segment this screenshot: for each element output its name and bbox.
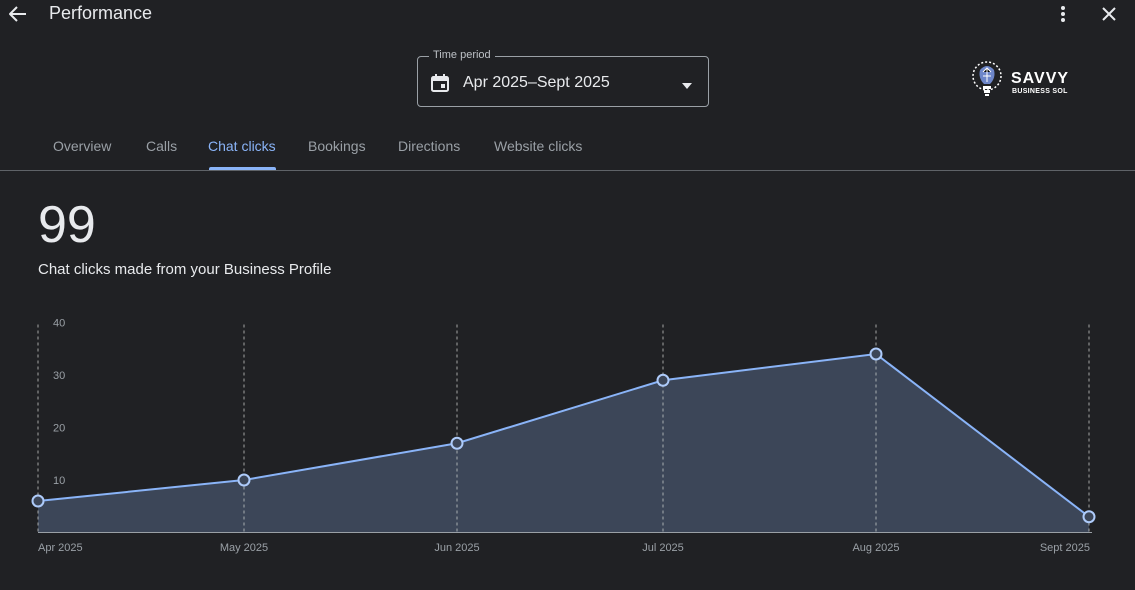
data-point-5 (1082, 510, 1096, 524)
tab-bookings[interactable]: Bookings (308, 138, 366, 154)
x-tick-label-5: Sept 2025 (1040, 542, 1090, 554)
dropdown-arrow-icon (681, 78, 693, 89)
tab-website-clicks[interactable]: Website clicks (494, 138, 582, 154)
y-tick-label-10: 10 (53, 475, 65, 487)
time-period-value: Apr 2025–Sept 2025 (463, 74, 610, 91)
x-tick-label-4: Aug 2025 (852, 542, 899, 554)
brand-logo: SAVVY BUSINESS SOL (966, 58, 1086, 104)
page-title: Performance (49, 3, 153, 23)
time-period-select[interactable]: Time period Apr 2025–Sept 2025 (417, 49, 709, 107)
data-point-0 (31, 494, 45, 508)
more-vert-icon[interactable] (1053, 2, 1073, 26)
metric-description: Chat clicks made from your Business Prof… (38, 261, 332, 278)
chart-area-fill (38, 354, 1089, 533)
tab-chat-clicks[interactable]: Chat clicks (208, 138, 276, 154)
time-period-label: Time period (429, 49, 495, 61)
metric-value: 99 (38, 196, 96, 254)
tab-directions[interactable]: Directions (398, 138, 460, 154)
tab-calls[interactable]: Calls (146, 138, 177, 154)
x-tick-label-2: Jun 2025 (434, 542, 479, 554)
x-tick-label-3: Jul 2025 (642, 542, 684, 554)
chat-clicks-chart: 10 20 30 40 Apr 2025 May 2025 Jun 2025 Jul 2025… (31, 318, 1096, 554)
tab-overview[interactable]: Overview (53, 138, 111, 154)
active-tab-indicator (209, 167, 276, 170)
x-tick-label-0: Apr 2025 (38, 542, 83, 554)
header-bar: Performance (0, 0, 1135, 40)
close-icon[interactable] (1097, 2, 1121, 26)
x-tick-label-1: May 2025 (220, 542, 268, 554)
y-tick-label-40: 40 (53, 318, 65, 330)
logo-name: SAVVY (1011, 70, 1070, 87)
data-point-2 (450, 436, 464, 450)
data-point-3 (656, 373, 670, 387)
y-tick-label-30: 30 (53, 370, 65, 382)
logo-subtitle: BUSINESS SOL (1012, 88, 1068, 95)
tab-bar: Overview Calls Chat clicks Bookings Dire… (0, 128, 1135, 171)
y-tick-label-20: 20 (53, 423, 65, 435)
lightbulb-logo-icon (972, 61, 1002, 96)
data-point-1 (237, 473, 251, 487)
calendar-icon (429, 72, 451, 94)
back-arrow-icon[interactable] (6, 2, 30, 26)
data-point-4 (869, 347, 883, 361)
